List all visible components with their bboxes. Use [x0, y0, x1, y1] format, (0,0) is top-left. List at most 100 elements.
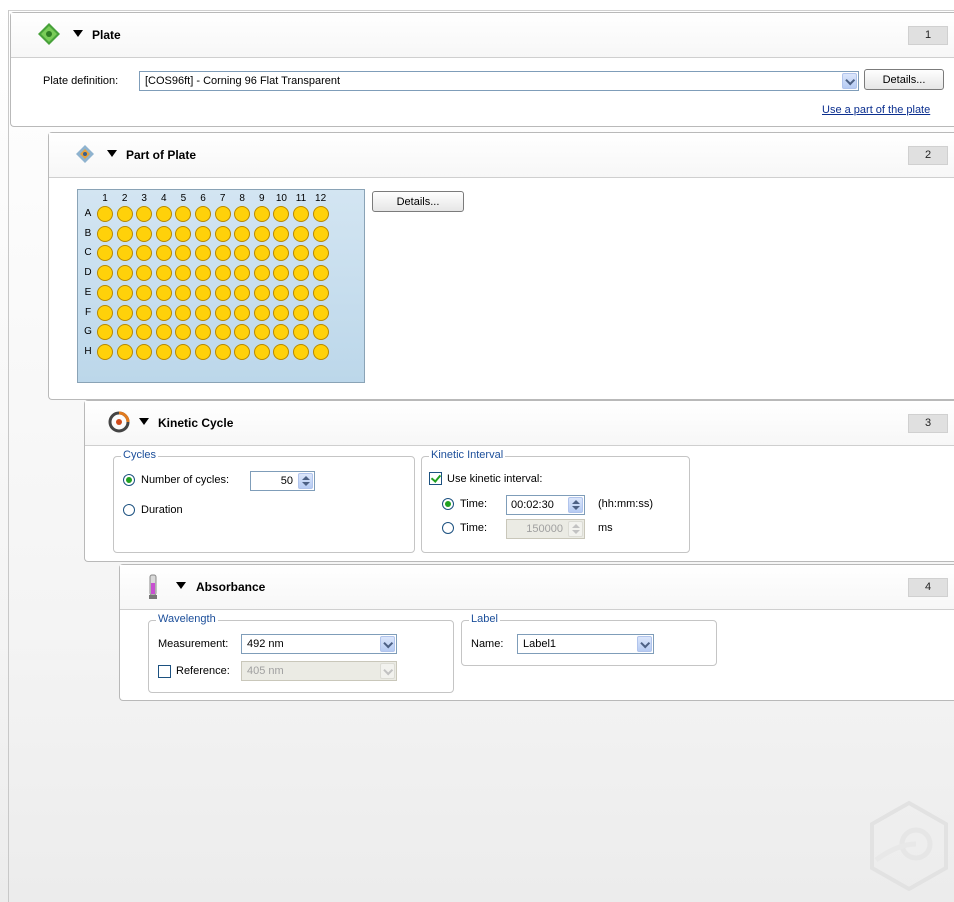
well-G11[interactable] [293, 324, 309, 341]
well-A5[interactable] [175, 206, 192, 222]
well-G6[interactable] [195, 324, 211, 341]
plate-column-label[interactable]: 10 [273, 193, 289, 204]
well-E7[interactable] [214, 284, 231, 301]
well-A12[interactable] [312, 206, 329, 222]
number-of-cycles-radio[interactable] [123, 474, 135, 486]
well-A10[interactable] [273, 206, 290, 222]
well-D11[interactable] [293, 265, 309, 282]
well-F8[interactable] [234, 304, 251, 321]
well-A8[interactable] [234, 206, 251, 222]
well-G1[interactable] [97, 324, 113, 341]
plate-column-label[interactable]: 7 [215, 193, 231, 204]
well-C6[interactable] [195, 245, 211, 262]
chevron-down-icon[interactable] [842, 73, 857, 89]
well-D8[interactable] [234, 265, 251, 282]
spin-arrows-icon[interactable] [568, 497, 583, 513]
well-F1[interactable] [97, 304, 113, 321]
time-hhmmss-stepper[interactable]: 00:02:30 [506, 495, 585, 515]
number-of-cycles-stepper[interactable]: 50 [250, 471, 315, 491]
plate-column-label[interactable]: 5 [175, 193, 191, 204]
well-H10[interactable] [273, 343, 290, 360]
well-B6[interactable] [195, 225, 211, 242]
time-ms-radio[interactable] [442, 522, 454, 534]
plate-column-label[interactable]: 9 [254, 193, 270, 204]
well-G12[interactable] [312, 324, 329, 341]
well-G10[interactable] [273, 324, 290, 341]
well-D5[interactable] [175, 265, 192, 282]
plate-column-label[interactable]: 8 [234, 193, 250, 204]
well-A6[interactable] [195, 206, 211, 222]
plate-row-label[interactable]: G [83, 326, 93, 337]
well-D4[interactable] [155, 265, 172, 282]
well-G7[interactable] [214, 324, 231, 341]
well-A9[interactable] [253, 206, 270, 222]
label-name-select[interactable]: Label1 [517, 634, 654, 654]
well-D2[interactable] [116, 265, 133, 282]
well-E4[interactable] [155, 284, 172, 301]
well-H1[interactable] [97, 343, 113, 360]
plate-row-label[interactable]: B [83, 228, 93, 239]
well-D1[interactable] [97, 265, 113, 282]
well-E3[interactable] [136, 284, 153, 301]
well-H12[interactable] [312, 343, 329, 360]
well-C8[interactable] [234, 245, 251, 262]
well-H4[interactable] [155, 343, 172, 360]
well-C7[interactable] [214, 245, 231, 262]
well-C10[interactable] [273, 245, 290, 262]
plate-definition-select[interactable]: [COS96ft] - Corning 96 Flat Transparent [139, 71, 859, 91]
well-F6[interactable] [195, 304, 211, 321]
chevron-down-icon[interactable] [380, 636, 395, 652]
chevron-down-icon[interactable] [637, 636, 652, 652]
duration-radio[interactable] [123, 504, 135, 516]
well-D7[interactable] [214, 265, 231, 282]
well-A11[interactable] [293, 206, 309, 222]
well-G8[interactable] [234, 324, 251, 341]
plate-row-label[interactable]: H [83, 346, 93, 357]
spin-arrows-icon[interactable] [568, 521, 583, 537]
plate-section-header[interactable]: Plate 1 [11, 13, 954, 58]
well-H6[interactable] [195, 343, 211, 360]
measurement-select[interactable]: 492 nm [241, 634, 397, 654]
well-G3[interactable] [136, 324, 153, 341]
chevron-down-icon[interactable] [380, 663, 395, 679]
well-H7[interactable] [214, 343, 231, 360]
well-G2[interactable] [116, 324, 133, 341]
well-B7[interactable] [214, 225, 231, 242]
reference-select[interactable]: 405 nm [241, 661, 397, 681]
well-E8[interactable] [234, 284, 251, 301]
well-F7[interactable] [214, 304, 231, 321]
well-A4[interactable] [155, 206, 172, 222]
plate-column-label[interactable]: 1 [97, 193, 113, 204]
well-D3[interactable] [136, 265, 153, 282]
use-kinetic-interval-checkbox[interactable] [429, 472, 442, 485]
well-E6[interactable] [195, 284, 211, 301]
well-B10[interactable] [273, 225, 290, 242]
collapse-arrow-icon[interactable] [139, 418, 149, 425]
well-C1[interactable] [97, 245, 113, 262]
well-D12[interactable] [312, 265, 329, 282]
plate-well-map[interactable]: 1 2 3 4 5 6 7 8 9 10 11 12 A B C D E F G H [77, 189, 365, 383]
kinetic-cycle-header[interactable]: Kinetic Cycle 3 [85, 401, 954, 446]
absorbance-header[interactable]: Absorbance 4 [120, 565, 954, 610]
well-C2[interactable] [116, 245, 133, 262]
well-F5[interactable] [175, 304, 192, 321]
well-E10[interactable] [273, 284, 290, 301]
plate-column-label[interactable]: 3 [136, 193, 152, 204]
well-B3[interactable] [136, 225, 153, 242]
well-D9[interactable] [253, 265, 270, 282]
time-ms-stepper[interactable]: 150000 [506, 519, 585, 539]
well-H3[interactable] [136, 343, 153, 360]
collapse-arrow-icon[interactable] [73, 30, 83, 37]
plate-column-label[interactable]: 4 [156, 193, 172, 204]
well-B11[interactable] [293, 225, 309, 242]
well-F2[interactable] [116, 304, 133, 321]
well-E12[interactable] [312, 284, 329, 301]
well-B5[interactable] [175, 225, 192, 242]
plate-row-label[interactable]: F [83, 307, 93, 318]
plate-row-label[interactable]: D [83, 267, 93, 278]
well-G4[interactable] [155, 324, 172, 341]
well-F11[interactable] [293, 304, 309, 321]
plate-column-label[interactable]: 12 [313, 193, 329, 204]
well-C5[interactable] [175, 245, 192, 262]
well-F3[interactable] [136, 304, 153, 321]
